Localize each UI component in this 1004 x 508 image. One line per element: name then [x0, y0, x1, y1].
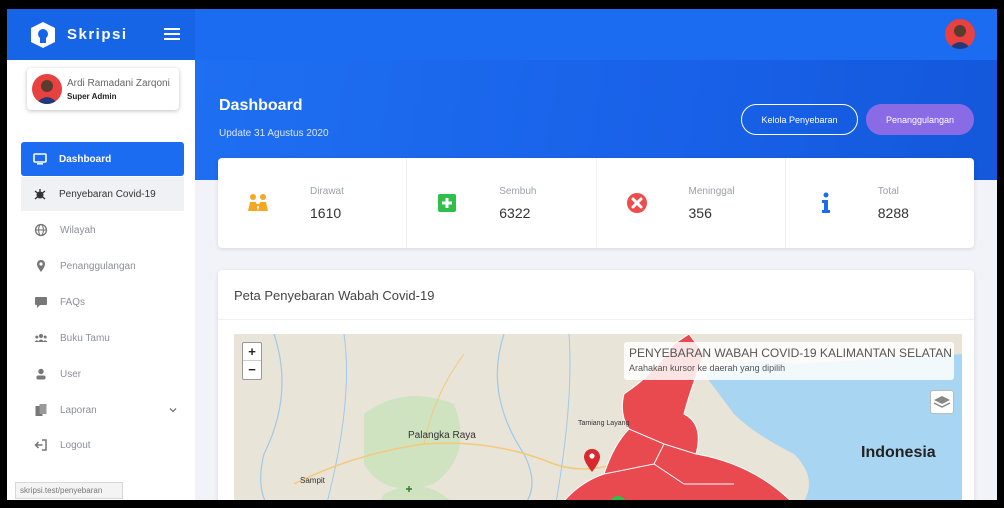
sidebar-item-dashboard[interactable]: Dashboard: [21, 142, 184, 176]
map-card: Peta Penyebaran Wabah Covid-19 + − PENYE…: [218, 270, 974, 500]
stat-sembuh: Sembuh 6322: [407, 158, 597, 248]
sidebar-item-label: Wilayah: [60, 224, 96, 236]
stat-label: Dirawat: [310, 186, 344, 197]
user-icon: [36, 368, 46, 380]
page-subtitle: Update 31 Agustus 2020: [219, 128, 329, 139]
sidebar-item-penyebaran[interactable]: Penyebaran Covid-19: [21, 177, 184, 211]
user-avatar: [32, 74, 62, 104]
sidebar-item-label: Penyebaran Covid-19: [59, 188, 156, 200]
sidebar-item-penanggulangan[interactable]: Penanggulangan: [7, 249, 195, 283]
sidebar-item-buku-tamu[interactable]: Buku Tamu: [7, 321, 195, 355]
sidebar-item-wilayah[interactable]: Wilayah: [7, 213, 195, 247]
map-label-sampit: Sampit: [300, 476, 325, 485]
zoom-control: + −: [242, 342, 262, 380]
chevron-down-icon: [169, 408, 177, 413]
map-label-indonesia: Indonesia: [861, 444, 936, 461]
times-circle-icon: [626, 193, 647, 213]
stat-value: 356: [688, 205, 712, 221]
sidebar-item-label: User: [60, 368, 82, 380]
sidebar-item-user[interactable]: User: [7, 357, 195, 391]
status-bar-url: skripsi.test/penyebaran: [15, 482, 123, 499]
user-card[interactable]: Ardi Ramadani Zarqoni Super Admin: [27, 68, 179, 110]
page-title: Dashboard: [219, 97, 303, 114]
brand-name: Skripsi: [67, 26, 128, 43]
sidebar-item-label: FAQs: [60, 296, 86, 308]
plus-square-icon: [438, 194, 457, 212]
stat-value: 8288: [877, 205, 909, 221]
sidebar-item-label: Penanggulangan: [60, 260, 136, 272]
sidebar-item-label: Dashboard: [59, 153, 112, 165]
globe-icon: [34, 223, 48, 237]
map-canvas[interactable]: + − PENYEBARAN WABAH COVID-19 KALIMANTAN…: [234, 334, 962, 500]
sidebar-item-logout[interactable]: Logout: [7, 428, 195, 462]
sidebar-item-label: Logout: [60, 439, 91, 451]
monitor-icon: [33, 153, 47, 165]
sidebar: Ardi Ramadani Zarqoni Super Admin Dashbo…: [7, 60, 195, 500]
layers-button[interactable]: [930, 390, 954, 414]
people-icon: [248, 194, 268, 211]
copy-icon: [35, 404, 47, 416]
topbar-right: [195, 9, 997, 60]
stat-label: Meninggal: [688, 186, 735, 197]
kelola-penyebaran-button[interactable]: Kelola Penyebaran: [741, 104, 858, 135]
sign-out-icon: [34, 439, 47, 451]
zoom-in-button[interactable]: +: [243, 343, 261, 361]
stat-meninggal: Meninggal 356: [597, 158, 786, 248]
map-info-hint: Arahakan kursor ke daerah yang dipilih: [629, 363, 786, 373]
sidebar-item-label: Laporan: [60, 404, 97, 416]
stat-value: 6322: [499, 205, 531, 221]
map-marker-icon: [37, 260, 45, 272]
sidebar-item-label: Buku Tamu: [60, 332, 110, 344]
users-icon: [34, 334, 48, 342]
stat-value: 1610: [310, 205, 342, 221]
user-name: Ardi Ramadani Zarqoni: [67, 77, 170, 89]
stat-total: Total 8288: [786, 158, 974, 248]
app-window: Skripsi Ardi Ramadani Zarqoni Super Admi…: [7, 9, 997, 500]
top-navbar: Skripsi: [7, 9, 997, 60]
user-role: Super Admin: [67, 91, 117, 101]
map-info-title: PENYEBARAN WABAH COVID-19 KALIMANTAN SEL…: [629, 346, 952, 360]
map-label-tamiang-layang: Tamiang Layang: [578, 420, 630, 427]
penanggulangan-button[interactable]: Penanggulangan: [866, 104, 974, 135]
logo-icon: [31, 21, 55, 48]
info-icon: [821, 192, 830, 213]
sidebar-item-faqs[interactable]: FAQs: [7, 285, 195, 319]
map-info-box: PENYEBARAN WABAH COVID-19 KALIMANTAN SEL…: [624, 342, 954, 380]
map-card-title: Peta Penyebaran Wabah Covid-19: [234, 288, 435, 303]
stat-dirawat: Dirawat 1610: [218, 158, 408, 248]
virus-icon: [34, 189, 46, 200]
comment-icon: [35, 297, 47, 308]
stats-card: Dirawat 1610 Sembuh 6322 Meninggal 356 T…: [218, 158, 974, 248]
layers-icon: [933, 396, 951, 408]
avatar[interactable]: [945, 19, 975, 49]
divider: [218, 319, 974, 320]
stat-label: Total: [877, 186, 899, 197]
map-label-palangka-raya: Palangka Raya: [408, 430, 476, 441]
sidebar-item-laporan[interactable]: Laporan: [7, 393, 195, 427]
brand-bar: Skripsi: [7, 9, 195, 60]
hamburger-menu-icon[interactable]: [163, 25, 181, 43]
zoom-out-button[interactable]: −: [243, 361, 261, 379]
stat-label: Sembuh: [499, 186, 537, 197]
